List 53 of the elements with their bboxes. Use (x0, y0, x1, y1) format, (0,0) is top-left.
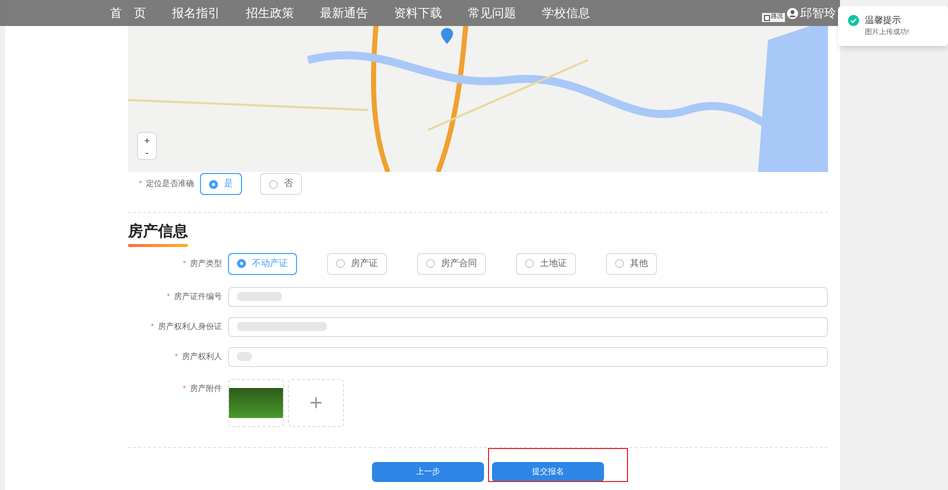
nav-link[interactable]: 常见问题 (468, 4, 516, 22)
radio-option[interactable]: 房产证 (327, 252, 387, 274)
input-field[interactable] (228, 286, 828, 306)
field-label: * 房产附件 (182, 382, 223, 394)
field-label: * 房产类型 (182, 258, 223, 270)
radio-option[interactable]: 房产合同 (417, 252, 486, 274)
radio-icon (336, 259, 345, 268)
toast-title: 温馨提示 (865, 14, 901, 27)
blurred-value (237, 292, 282, 301)
radio-icon (426, 259, 435, 268)
section-title: 房产信息 (128, 222, 188, 242)
title-underline (128, 244, 188, 246)
user-icon (787, 8, 798, 18)
uploaded-thumbnail[interactable] (228, 378, 284, 426)
radio-option[interactable]: 其他 (606, 252, 657, 274)
radio-icon (525, 259, 534, 268)
required-mark: * (150, 322, 154, 330)
location-pin-icon (441, 28, 453, 44)
upload-button[interactable]: + (288, 378, 344, 426)
check-circle-icon (848, 15, 859, 26)
form-button[interactable]: 提交报名 (492, 462, 604, 482)
radio-option[interactable]: 否 (260, 173, 302, 195)
field-label: * 房产权利人身份证 (150, 320, 223, 332)
form-button[interactable]: 上一步 (372, 462, 484, 482)
nav-link[interactable]: 资料下载 (394, 4, 442, 22)
nav-link[interactable]: 首 页 (110, 4, 146, 22)
nav-link[interactable]: 学校信息 (542, 4, 590, 22)
radio-option[interactable]: 土地证 (516, 252, 576, 274)
radio-option[interactable]: 不动产证 (228, 252, 297, 274)
field-label: * 定位是否准确 (138, 178, 195, 190)
required-mark: * (174, 352, 178, 360)
checkbox[interactable] (764, 14, 770, 20)
zoom-in-button[interactable]: + (138, 133, 156, 149)
radio-option[interactable]: 是 (200, 173, 242, 195)
required-mark: * (166, 292, 170, 300)
zoom-out-button[interactable]: - (138, 149, 156, 159)
nav-link[interactable]: 最新通告 (320, 4, 368, 22)
nav-link[interactable]: 报名指引 (172, 4, 220, 22)
input-field[interactable] (228, 346, 828, 366)
radio-icon (209, 180, 218, 188)
required-mark: * (182, 384, 186, 392)
user-name[interactable]: 邱智玲 (800, 4, 836, 22)
required-mark: * (182, 258, 186, 268)
blurred-value (237, 352, 252, 361)
required-mark: * (138, 179, 142, 188)
field-label: * 房产证件编号 (166, 290, 223, 302)
field-label: * 房产权利人 (174, 350, 223, 362)
nav-link[interactable]: 招生政策 (246, 4, 294, 22)
input-field[interactable] (228, 316, 828, 336)
radio-icon (237, 259, 246, 268)
radio-icon (269, 180, 278, 188)
radio-icon (615, 259, 624, 268)
photo-placeholder (229, 388, 283, 418)
